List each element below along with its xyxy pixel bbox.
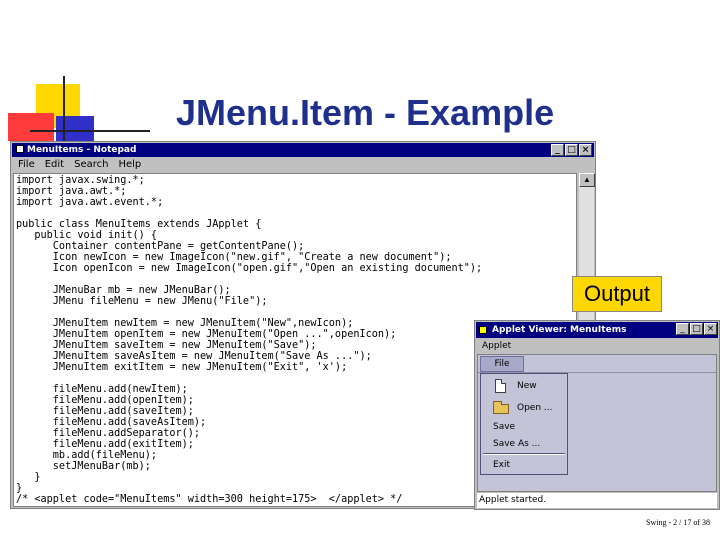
code-line: public class MenuItems extends JApplet { xyxy=(16,219,262,230)
code-line: Icon openIcon = new ImageIcon("open.gif"… xyxy=(16,263,483,274)
applet-close-button[interactable]: × xyxy=(704,323,717,335)
applet-status-bar: Applet started. xyxy=(477,493,717,508)
menu-item-save-as[interactable]: Save As ... xyxy=(481,434,567,454)
decor-red-square xyxy=(8,113,54,141)
applet-icon xyxy=(479,326,487,334)
code-line: JMenu fileMenu = new JMenu("File"); xyxy=(16,296,268,307)
applet-content: File New Open ... Save Save As ... Exit xyxy=(477,354,717,492)
close-button[interactable]: × xyxy=(579,144,592,156)
menu-edit[interactable]: Edit xyxy=(45,158,64,172)
slide-footer: Swing - 2 / 17 of 38 xyxy=(646,518,710,527)
code-line: import java.awt.*; xyxy=(16,186,127,197)
code-line: public void init() { xyxy=(16,230,158,241)
code-line: Icon newIcon = new ImageIcon("new.gif", … xyxy=(16,252,452,263)
close-icon: × xyxy=(706,324,715,334)
minimize-button[interactable]: _ xyxy=(551,144,564,156)
scroll-up-arrow-icon[interactable]: ▲ xyxy=(579,173,595,187)
menu-item-save-as-label: Save As ... xyxy=(493,439,541,449)
notepad-title-bar[interactable]: MenuItems - Notepad _ □ × xyxy=(12,143,594,157)
minimize-icon: _ xyxy=(555,145,560,155)
decor-vertical-line xyxy=(63,76,65,146)
menu-item-new[interactable]: New xyxy=(481,376,567,396)
maximize-icon: □ xyxy=(567,145,576,155)
applet-menu-bar: Applet xyxy=(476,339,718,353)
applet-minimize-button[interactable]: _ xyxy=(676,323,689,335)
folder-icon xyxy=(493,401,509,414)
menu-file[interactable]: File xyxy=(18,158,35,172)
code-line: JMenuBar mb = new JMenuBar(); xyxy=(16,285,231,296)
code-line: import java.awt.event.*; xyxy=(16,197,164,208)
menu-item-exit-label: Exit xyxy=(493,460,511,470)
close-icon: × xyxy=(581,145,590,155)
maximize-icon: □ xyxy=(692,324,701,334)
menu-search[interactable]: Search xyxy=(74,158,108,172)
notepad-menu-bar: File Edit Search Help xyxy=(12,158,594,172)
applet-viewer-window: Applet Viewer: MenuItems _ □ × Applet Fi… xyxy=(474,320,720,510)
minimize-icon: _ xyxy=(680,324,685,334)
maximize-button[interactable]: □ xyxy=(565,144,578,156)
output-label: Output xyxy=(572,276,662,312)
slide-title: JMenu.Item - Example xyxy=(176,92,555,133)
menu-item-open-label: Open ... xyxy=(517,403,553,413)
file-dropdown-menu: New Open ... Save Save As ... Exit xyxy=(480,373,568,475)
applet-maximize-button[interactable]: □ xyxy=(690,323,703,335)
menu-help[interactable]: Help xyxy=(118,158,141,172)
menu-applet[interactable]: Applet xyxy=(482,341,511,351)
code-line: Container contentPane = getContentPane()… xyxy=(16,241,305,252)
decor-horizontal-line xyxy=(30,130,150,132)
notepad-title: MenuItems - Notepad xyxy=(27,145,137,155)
document-icon xyxy=(495,379,506,393)
notepad-icon xyxy=(16,145,24,153)
decor-blue-square xyxy=(56,116,94,142)
applet-title: Applet Viewer: MenuItems xyxy=(492,325,627,335)
jmenu-bar: File xyxy=(478,355,716,373)
code-line: import javax.swing.*; xyxy=(16,175,145,186)
jmenu-file[interactable]: File xyxy=(480,356,524,372)
menu-item-open[interactable]: Open ... xyxy=(481,398,567,418)
menu-item-exit[interactable]: Exit xyxy=(481,455,567,475)
menu-item-new-label: New xyxy=(517,381,537,391)
